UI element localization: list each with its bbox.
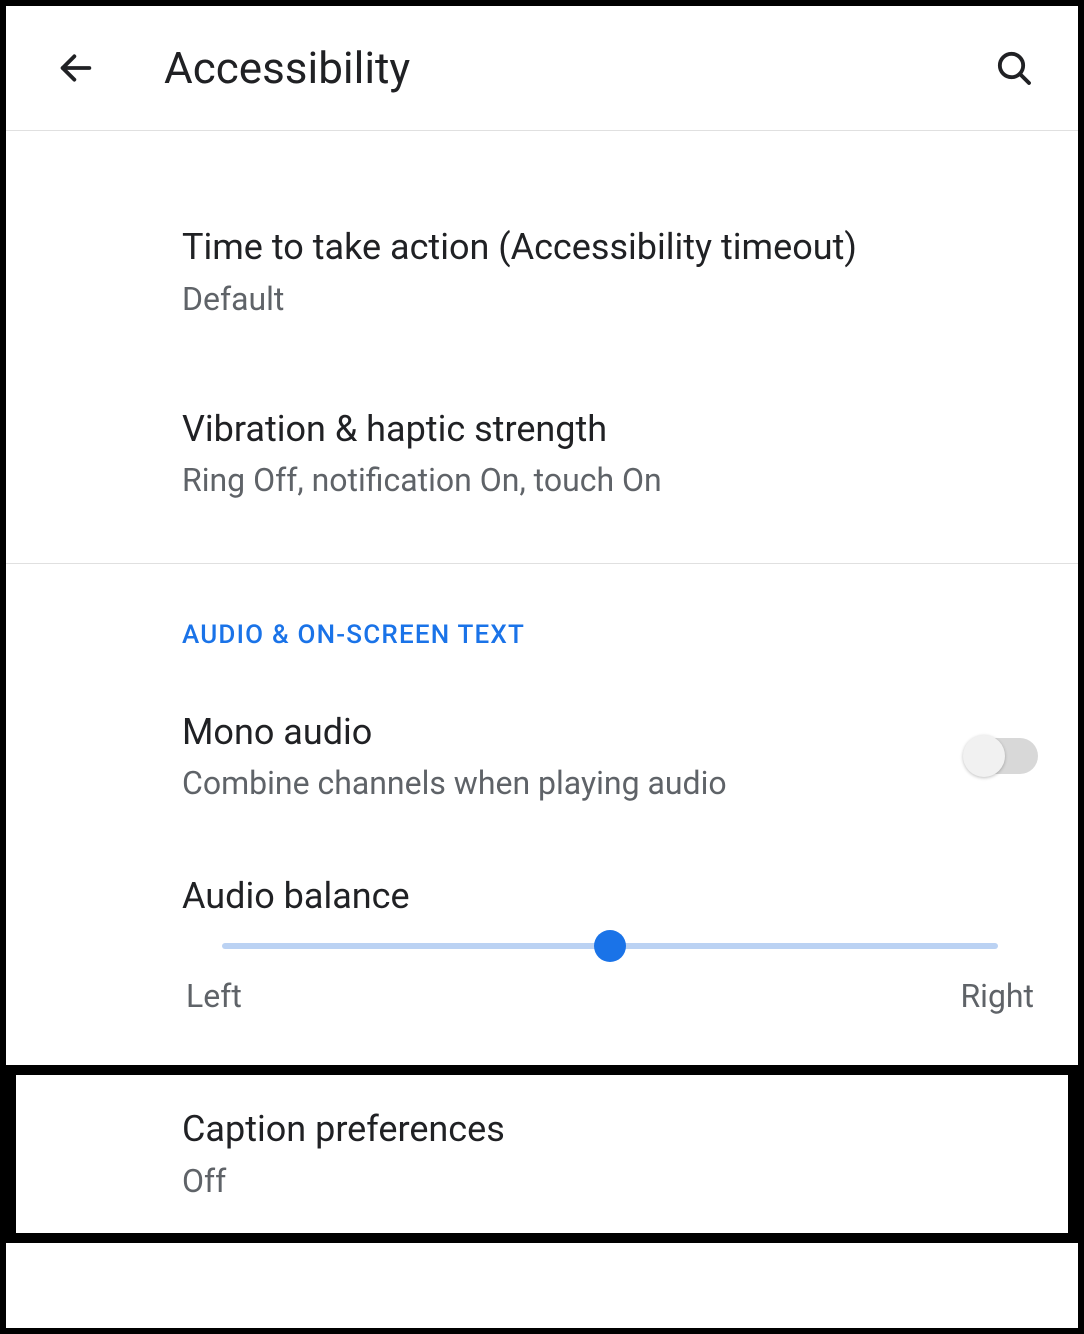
setting-subtitle: Ring Off, notification On, touch On — [182, 459, 1038, 502]
section-header-audio: AUDIO & ON-SCREEN TEXT — [6, 564, 1078, 668]
setting-title: Audio balance — [182, 875, 1038, 917]
audio-balance-slider[interactable] — [182, 943, 1038, 949]
mono-audio-toggle[interactable] — [966, 738, 1038, 774]
toggle-thumb — [963, 735, 1005, 777]
setting-subtitle: Default — [182, 278, 1038, 321]
setting-item-caption-preferences[interactable]: Caption preferences Off — [6, 1065, 1078, 1243]
slider-labels: Left Right — [182, 977, 1038, 1015]
setting-item-vibration[interactable]: Vibration & haptic strength Ring Off, no… — [6, 363, 1078, 545]
slider-track — [222, 943, 998, 949]
app-header: Accessibility — [6, 6, 1078, 131]
setting-subtitle: Off — [182, 1160, 1028, 1203]
setting-subtitle: Combine channels when playing audio — [182, 762, 946, 805]
search-icon[interactable] — [990, 44, 1038, 92]
setting-title: Vibration & haptic strength — [182, 405, 1038, 454]
slider-label-left: Left — [186, 977, 242, 1015]
setting-title: Mono audio — [182, 708, 946, 757]
back-icon[interactable] — [52, 44, 100, 92]
settings-content: Time to take action (Accessibility timeo… — [6, 131, 1078, 1243]
setting-item-timeout[interactable]: Time to take action (Accessibility timeo… — [6, 131, 1078, 363]
slider-label-right: Right — [960, 977, 1034, 1015]
setting-title: Caption preferences — [182, 1105, 1028, 1154]
page-title: Accessibility — [164, 42, 990, 94]
slider-thumb[interactable] — [594, 930, 626, 962]
setting-title: Time to take action (Accessibility timeo… — [182, 223, 1038, 272]
setting-item-mono-audio[interactable]: Mono audio Combine channels when playing… — [6, 668, 1078, 846]
setting-item-audio-balance: Audio balance Left Right — [6, 845, 1078, 1041]
